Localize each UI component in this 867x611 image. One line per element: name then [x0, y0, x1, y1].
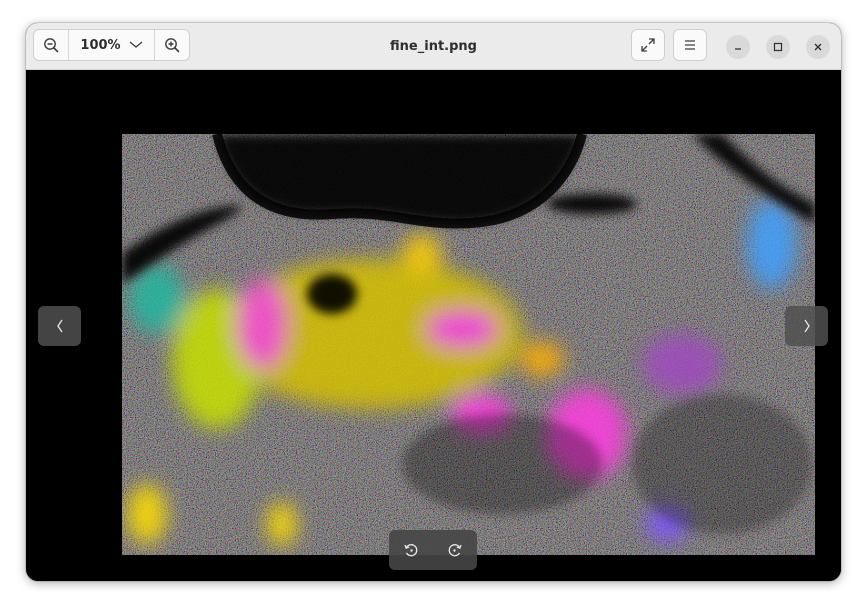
chevron-left-icon [56, 319, 63, 333]
rotate-right-button[interactable] [439, 534, 471, 566]
zoom-control-group: 100% [33, 29, 190, 61]
zoom-level-label: 100% [80, 37, 121, 53]
close-button[interactable] [806, 35, 830, 59]
headerbar: 100% fine_int.png [26, 23, 841, 70]
main-menu-button[interactable] [673, 29, 707, 61]
zoom-in-button[interactable] [154, 30, 189, 60]
rotate-left-icon [404, 544, 418, 557]
minimize-icon [735, 48, 741, 50]
hamburger-menu-icon [685, 40, 695, 50]
rotate-controls [389, 530, 477, 570]
image-viewer-window: 100% fine_int.png [26, 23, 841, 581]
chevron-right-icon [803, 319, 810, 333]
image-canvas[interactable] [26, 70, 841, 581]
maximize-button[interactable] [766, 35, 790, 59]
close-icon [814, 43, 822, 51]
zoom-out-button[interactable] [34, 30, 69, 60]
maximize-icon [773, 42, 783, 52]
fullscreen-icon [641, 38, 655, 52]
next-image-button[interactable] [785, 306, 828, 346]
chevron-down-icon [129, 41, 142, 48]
zoom-level-dropdown[interactable]: 100% [69, 30, 154, 60]
zoom-in-icon [165, 38, 180, 53]
zoom-out-icon [44, 38, 59, 53]
sar-interferogram-image [122, 134, 815, 555]
minimize-button[interactable] [726, 35, 750, 59]
fullscreen-button[interactable] [631, 29, 665, 61]
rotate-right-icon [448, 544, 462, 557]
previous-image-button[interactable] [38, 306, 81, 346]
rotate-left-button[interactable] [395, 534, 427, 566]
